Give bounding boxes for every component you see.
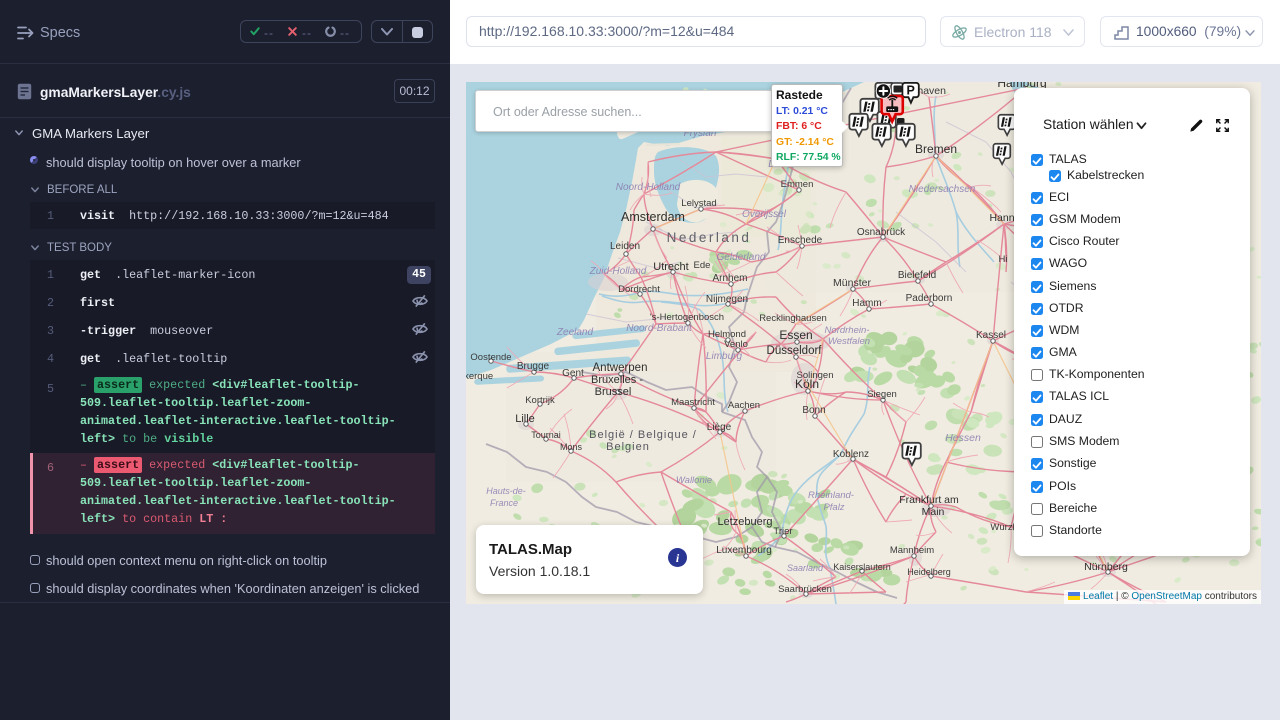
svg-text:Arnhem: Arnhem <box>712 273 747 284</box>
svg-text:Rheinland-: Rheinland- <box>808 490 854 501</box>
svg-text:Belgien: Belgien <box>606 441 650 453</box>
svg-text:Luxembourg: Luxembourg <box>716 545 772 556</box>
svg-text:Hi: Hi <box>999 254 1008 265</box>
svg-text:Tournai: Tournai <box>531 430 561 440</box>
svg-text:Köln: Köln <box>795 377 819 391</box>
svg-text:Utrecht: Utrecht <box>653 261 688 273</box>
svg-text:Siegen: Siegen <box>867 389 897 400</box>
svg-text:Bonn: Bonn <box>802 405 825 416</box>
svg-text:Trier: Trier <box>773 526 792 537</box>
svg-text:Brugge: Brugge <box>517 361 550 372</box>
svg-text:Osnabrück: Osnabrück <box>857 227 906 238</box>
svg-text:Niedersachsen: Niedersachsen <box>909 184 976 195</box>
svg-text:Antwerpen: Antwerpen <box>593 362 648 374</box>
svg-text:Nordrhein-: Nordrhein- <box>825 325 870 336</box>
svg-text:Leiden: Leiden <box>610 241 640 252</box>
svg-text:Aachen: Aachen <box>728 400 760 411</box>
svg-text:Koblenz: Koblenz <box>833 449 869 460</box>
svg-text:Frankfurt am: Frankfurt am <box>899 494 959 506</box>
svg-text:Nijmegen: Nijmegen <box>706 294 748 305</box>
svg-text:Brussel: Brussel <box>595 386 632 398</box>
svg-text:Liège: Liège <box>707 422 732 433</box>
svg-text:Bielefeld: Bielefeld <box>898 270 936 281</box>
svg-text:Enschede: Enschede <box>778 235 823 246</box>
svg-text:Nürnberg: Nürnberg <box>1084 561 1128 573</box>
svg-text:Zuid-Holland: Zuid-Holland <box>589 266 647 277</box>
svg-text:Recklinghausen: Recklinghausen <box>759 313 827 324</box>
svg-text:Gent: Gent <box>562 368 584 379</box>
svg-text:Ede: Ede <box>694 260 711 271</box>
svg-text:Noord-Holland: Noord-Holland <box>616 182 681 193</box>
svg-text:Letzebuerg: Letzebuerg <box>717 516 772 528</box>
svg-text:nkerque: nkerque <box>466 371 493 382</box>
svg-text:Düsseldorf: Düsseldorf <box>767 345 823 357</box>
svg-text:Hamm: Hamm <box>852 298 881 309</box>
svg-text:Saarland: Saarland <box>787 563 824 573</box>
svg-text:Limburg: Limburg <box>706 351 743 362</box>
svg-text:'s-Hertogenbosch: 's-Hertogenbosch <box>650 312 724 323</box>
svg-text:Westfalen: Westfalen <box>828 336 870 347</box>
svg-text:Heidelberg: Heidelberg <box>907 567 951 577</box>
svg-text:Kortrijk: Kortrijk <box>525 395 555 406</box>
svg-text:België / Belgique /: België / Belgique / <box>589 429 697 441</box>
svg-text:P: P <box>907 83 915 97</box>
svg-text:Lelystad: Lelystad <box>681 198 716 209</box>
svg-text:Gelderland: Gelderland <box>717 252 766 263</box>
svg-text:Maastricht: Maastricht <box>671 397 715 408</box>
svg-text:Noord-Brabant: Noord-Brabant <box>626 323 693 334</box>
svg-text:Wallonie: Wallonie <box>676 475 712 486</box>
svg-text:Pfalz: Pfalz <box>823 502 844 513</box>
svg-text:Venlo: Venlo <box>724 339 748 350</box>
svg-text:Kaiserslautern: Kaiserslautern <box>833 562 891 572</box>
svg-text:Münster: Münster <box>833 277 871 289</box>
svg-text:Zeeland: Zeeland <box>556 327 594 338</box>
svg-text:Dordrecht: Dordrecht <box>618 284 660 295</box>
svg-text:Mons: Mons <box>560 442 583 452</box>
svg-text:Kassel: Kassel <box>976 330 1006 341</box>
svg-text:Nederland: Nederland <box>667 230 752 245</box>
svg-text:Main: Main <box>922 506 945 518</box>
svg-text:Lille: Lille <box>515 413 535 425</box>
svg-text:Emmen: Emmen <box>781 179 814 190</box>
svg-text:Amsterdam: Amsterdam <box>621 210 685 224</box>
svg-text:Oostende: Oostende <box>470 352 511 363</box>
svg-text:Essen: Essen <box>779 328 812 342</box>
svg-text:Overijssel: Overijssel <box>742 209 787 220</box>
svg-text:Hauts-de-: Hauts-de- <box>486 486 526 496</box>
svg-text:Bremen: Bremen <box>915 142 957 156</box>
svg-text:France: France <box>490 498 518 508</box>
svg-text:Mannheim: Mannheim <box>890 545 934 556</box>
svg-text:Bruxelles -: Bruxelles - <box>591 374 643 386</box>
svg-text:Saarbrücken: Saarbrücken <box>778 584 832 595</box>
svg-text:Paderborn: Paderborn <box>906 293 953 304</box>
svg-text:Hann: Hann <box>989 212 1014 224</box>
svg-text:Hessen: Hessen <box>945 432 981 444</box>
